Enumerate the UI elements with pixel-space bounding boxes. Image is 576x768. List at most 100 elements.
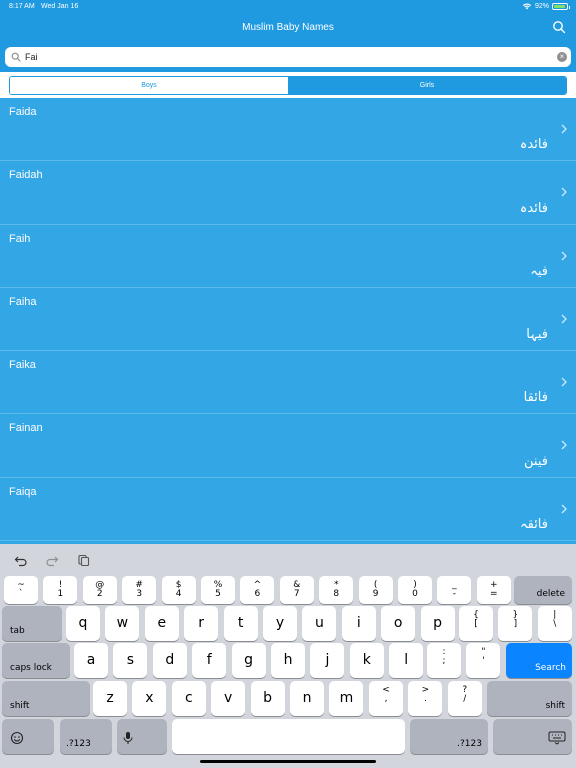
key-label: .?123 [457,739,482,749]
list-item[interactable]: Faida فائدہ [0,98,576,162]
key-letter[interactable]: d [152,643,187,678]
key-number[interactable]: & 7 [279,576,314,604]
name-latin: Fainan [9,422,43,435]
key-symbol[interactable]: " ' [466,643,501,678]
key-symbol[interactable]: }] [498,606,533,641]
key-letter[interactable]: g [231,643,266,678]
hide-keyboard-key[interactable] [493,719,572,754]
key-letter[interactable]: f [192,643,227,678]
key-char: f [206,652,212,668]
key-number[interactable]: (9 [358,576,393,604]
caps-lock-key[interactable]: caps lock [2,643,70,678]
key-symbol[interactable]: ? / [447,681,482,716]
key-number[interactable]: ~ ` [4,576,38,604]
key-letter[interactable]: r [184,606,219,641]
key-base-char: 2 [96,589,103,599]
name-arabic: فائقہ [520,517,548,533]
segment-girls[interactable]: Girls [288,77,566,94]
page-title: Muslim Baby Names [242,22,334,33]
key-char: p [433,615,443,631]
key-char: n [302,690,312,706]
shift-right-key[interactable]: shift [487,681,572,716]
on-screen-keyboard: ~ `! 1 @2 #3 $4% 5 ^ 6 & 7 * 8(9) 0 _ - + = delete tab q w e r t… [0,544,576,768]
delete-key[interactable]: delete [514,576,572,604]
key-letter[interactable]: n [290,681,324,716]
clear-search-icon[interactable]: × [557,52,567,62]
key-symbol[interactable]: | \ [537,606,572,641]
key-symbol[interactable]: :; [427,643,461,678]
redo-icon[interactable] [45,553,59,567]
key-number[interactable]: #3 [122,576,157,604]
key-letter[interactable]: j [310,643,345,678]
key-number[interactable]: ) 0 [398,576,432,604]
key-number[interactable]: + = [476,576,511,604]
key-number[interactable]: $4 [161,576,196,604]
key-letter[interactable]: h [271,643,305,678]
key-letter[interactable]: l [389,643,424,678]
key-number[interactable]: @2 [82,576,117,604]
key-letter[interactable]: m [329,681,364,716]
list-item[interactable]: Faiqa فائقہ [0,478,576,542]
key-letter[interactable]: t [223,606,258,641]
list-item[interactable]: Fainan فینن [0,414,576,478]
key-number[interactable]: % 5 [201,576,235,604]
name-arabic: فائدہ [519,200,548,216]
search-field[interactable]: × [5,47,571,67]
key-symbol[interactable]: <, [369,681,403,716]
key-char: t [237,615,244,631]
segment-boys[interactable]: Boys [10,77,288,94]
key-letter[interactable]: i [341,606,376,641]
key-letter[interactable]: k [349,643,384,678]
key-letter[interactable]: b [250,681,285,716]
key-symbol[interactable]: >. [408,681,443,716]
key-letter[interactable]: u [302,606,337,641]
emoji-key[interactable] [2,719,54,754]
key-symbol[interactable]: {[ [459,606,493,641]
search-input[interactable] [25,52,557,62]
key-number[interactable]: _ - [437,576,472,604]
list-item[interactable]: Faih فیہ [0,225,576,288]
key-letter[interactable]: a [74,643,108,678]
key-letter[interactable]: x [132,681,167,716]
key-letter[interactable]: y [263,606,297,641]
undo-icon[interactable] [14,553,28,567]
key-letter[interactable]: q [66,606,100,641]
search-icon[interactable] [552,20,566,34]
key-letter[interactable]: o [381,606,416,641]
key-number[interactable]: * 8 [319,576,354,604]
key-letter[interactable]: c [171,681,206,716]
key-base-char: 4 [175,589,182,599]
key-base-char: 9 [372,589,379,599]
key-letter[interactable]: w [105,606,140,641]
key-letter[interactable]: e [144,606,179,641]
shift-left-key[interactable]: shift [2,681,90,716]
key-label: .?123 [66,739,91,749]
tab-key[interactable]: tab [2,606,62,641]
paste-icon[interactable] [77,553,91,567]
name-arabic: فیہ [530,263,548,279]
key-letter[interactable]: z [93,681,127,716]
list-item[interactable]: Faika فائقا [0,351,576,415]
key-char: x [145,690,154,706]
numbers-right-key[interactable]: .?123 [410,719,488,754]
chevron-right-icon [561,251,567,261]
key-letter[interactable]: s [113,643,148,678]
dictation-key[interactable] [117,719,167,754]
key-char: s [126,652,135,668]
key-number[interactable]: ^ 6 [240,576,275,604]
list-item[interactable]: Faidah فائدہ [0,161,576,225]
key-letter[interactable]: v [211,681,246,716]
numbers-left-key[interactable]: .?123 [60,719,112,754]
chevron-right-icon [561,187,567,197]
key-char: v [224,690,233,706]
key-char: g [244,652,254,668]
list-item[interactable]: Faiha فیہا [0,288,576,352]
search-key[interactable]: Search [506,643,572,678]
key-base-char: \ [553,619,557,629]
key-base-char: / [463,694,467,704]
key-number[interactable]: ! 1 [43,576,78,604]
key-char: y [275,615,285,631]
space-bar[interactable] [172,719,405,754]
key-letter[interactable]: p [420,606,455,641]
key-label: Search [535,663,566,673]
